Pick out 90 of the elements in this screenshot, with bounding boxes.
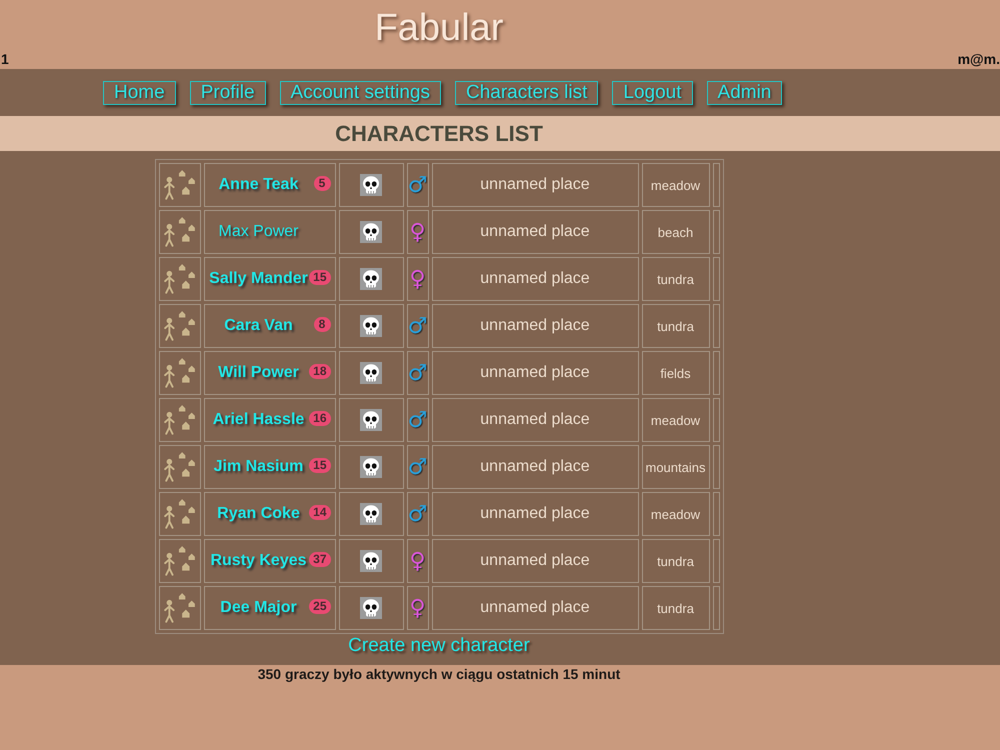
- empty-cell: [712, 304, 720, 348]
- figure-with-houses-icon: [162, 310, 196, 342]
- active-players-text: 350 graczy było aktywnych w ciągu ostatnich 15 minut: [258, 665, 620, 683]
- level-badge: 15: [309, 270, 330, 285]
- character-name-link[interactable]: Sally Mander: [208, 270, 308, 288]
- place-text: unnamed place: [480, 458, 590, 475]
- nav-link[interactable]: Logout: [612, 81, 693, 105]
- level-badge: 5: [314, 176, 330, 191]
- terrain-text: tundra: [657, 318, 694, 334]
- level-badge: 8: [314, 317, 330, 332]
- gender-symbol: ♀: [409, 596, 426, 620]
- empty-cell: [712, 210, 720, 254]
- skull-icon: [360, 174, 382, 196]
- level-badge: 15: [309, 458, 330, 473]
- empty-cell: [712, 445, 720, 489]
- terrain-text: tundra: [657, 554, 694, 568]
- skull-icon: [360, 503, 382, 525]
- user-id-text: 1: [1, 50, 9, 68]
- character-name-link[interactable]: Cara Van: [208, 317, 308, 335]
- nav-link[interactable]: Profile: [190, 81, 266, 105]
- terrain-text: tundra: [657, 600, 694, 616]
- character-name-link[interactable]: Ariel Hassle: [208, 411, 308, 429]
- skull-icon: [360, 550, 382, 572]
- empty-cell: [712, 539, 720, 583]
- skull-icon: [360, 315, 382, 337]
- terrain-text: meadow: [650, 178, 700, 192]
- create-character-link[interactable]: Create new character: [348, 635, 530, 657]
- character-name-link[interactable]: Jim Nasium: [208, 458, 308, 476]
- skull-icon: [360, 456, 382, 478]
- skull-icon: [360, 221, 382, 243]
- terrain-text: fields: [660, 366, 691, 380]
- figure-with-houses-icon: [162, 216, 196, 248]
- character-name-link[interactable]: Dee Major: [208, 599, 308, 617]
- nav-link[interactable]: Home: [103, 81, 176, 105]
- level-badge: 37: [309, 552, 330, 567]
- figure-with-houses-icon: [162, 169, 196, 201]
- terrain-text: beach: [658, 224, 694, 240]
- figure-with-houses-icon: [162, 404, 196, 436]
- place-text: unnamed place: [480, 270, 590, 287]
- place-text: unnamed place: [480, 317, 590, 334]
- place-text: unnamed place: [480, 599, 590, 616]
- terrain-text: meadow: [650, 412, 700, 428]
- figure-with-houses-icon: [162, 498, 196, 530]
- figure-with-houses-icon: [162, 263, 196, 295]
- figure-with-houses-icon: [162, 592, 196, 624]
- gender-symbol: ♂: [408, 314, 428, 338]
- level-badge: 18: [309, 364, 330, 379]
- gender-symbol: ♂: [408, 502, 428, 526]
- figure-with-houses-icon: [162, 451, 196, 483]
- skull-icon: [360, 362, 382, 384]
- site-title: Fabular: [374, 7, 504, 49]
- figure-with-houses-icon: [162, 545, 196, 577]
- empty-cell: [712, 257, 720, 301]
- gender-symbol: ♂: [408, 454, 428, 480]
- level-badge: 25: [309, 599, 330, 614]
- place-text: unnamed place: [480, 505, 590, 522]
- gender-symbol: ♂: [408, 408, 428, 432]
- place-text: unnamed place: [480, 223, 590, 240]
- gender-symbol: ♂: [408, 360, 428, 386]
- gender-symbol: ♀: [409, 220, 426, 244]
- figure-with-houses-icon: [162, 357, 196, 389]
- terrain-text: meadow: [650, 506, 700, 522]
- empty-cell: [712, 492, 720, 536]
- empty-cell: [712, 398, 720, 442]
- gender-symbol: ♀: [409, 548, 426, 574]
- level-badge: 16: [309, 411, 330, 426]
- terrain-text: mountains: [646, 460, 706, 474]
- gender-symbol: ♂: [408, 172, 428, 198]
- empty-cell: [712, 163, 720, 207]
- character-name-link[interactable]: Ryan Coke: [208, 505, 308, 523]
- place-text: unnamed place: [480, 176, 590, 193]
- skull-icon: [360, 409, 382, 431]
- level-badge: 14: [309, 505, 330, 520]
- place-text: unnamed place: [480, 364, 590, 381]
- terrain-text: tundra: [657, 272, 694, 286]
- page-heading: CHARACTERS LIST: [335, 121, 543, 146]
- place-text: unnamed place: [480, 411, 590, 428]
- user-email: m@m.: [958, 50, 1000, 68]
- skull-icon: [360, 597, 382, 619]
- character-name-link[interactable]: Will Power: [208, 364, 308, 382]
- gender-symbol: ♀: [409, 266, 426, 292]
- character-name-link[interactable]: Anne Teak: [208, 176, 308, 194]
- nav-link[interactable]: Characters list: [454, 81, 598, 105]
- empty-cell: [712, 586, 720, 630]
- place-text: unnamed place: [480, 552, 590, 569]
- skull-icon: [360, 268, 382, 290]
- nav-link[interactable]: Account settings: [280, 81, 441, 105]
- nav-link[interactable]: Admin: [706, 81, 782, 105]
- empty-cell: [712, 351, 720, 395]
- character-name-link[interactable]: Rusty Keyes: [208, 552, 308, 570]
